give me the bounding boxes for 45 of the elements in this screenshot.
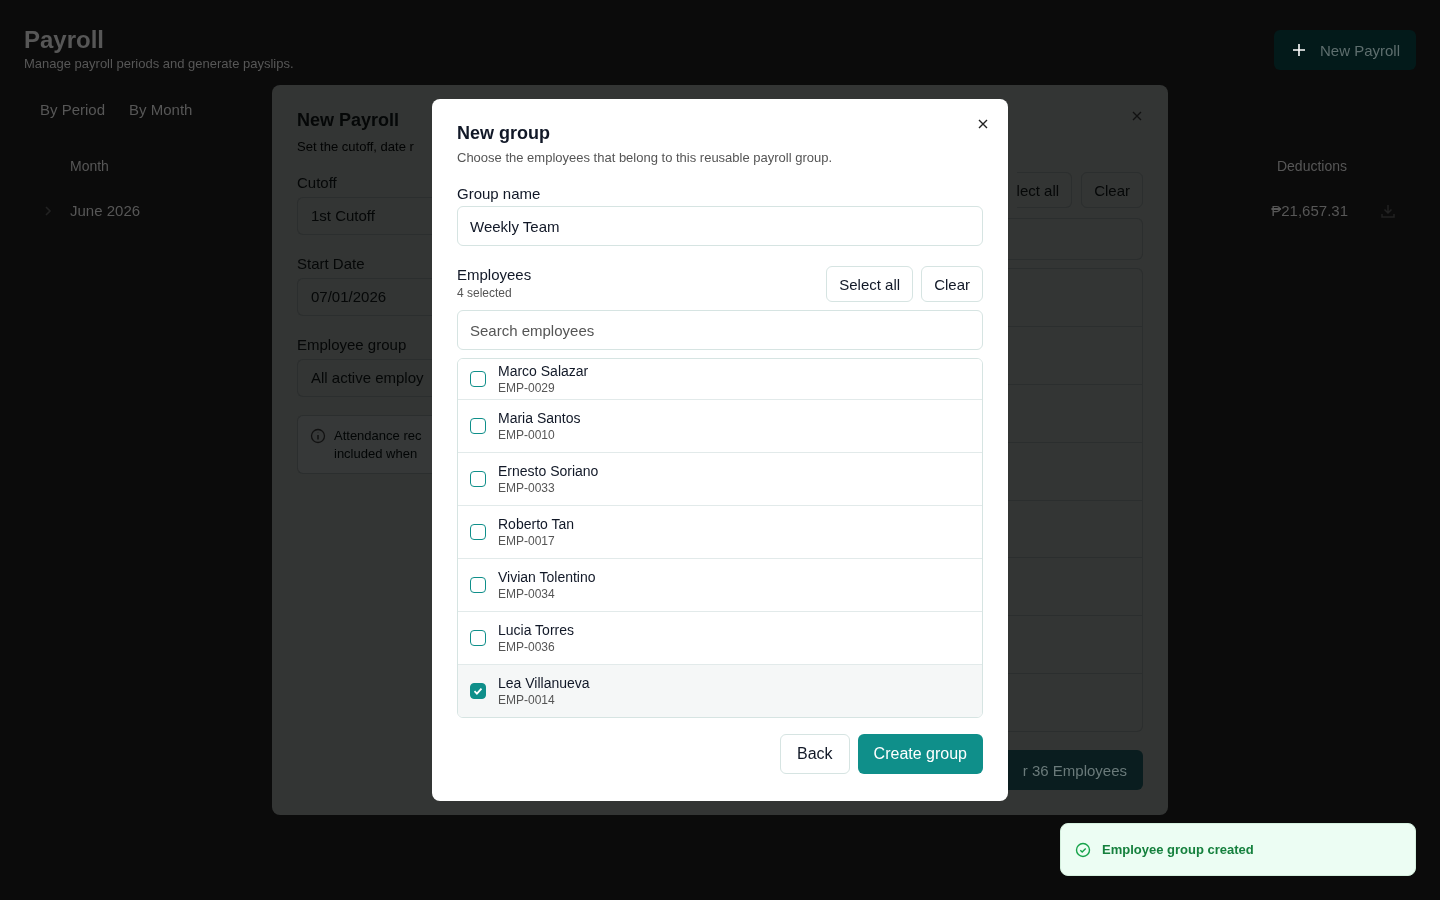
action-button[interactable]: Select all [826, 266, 914, 302]
page-title: Payroll [24, 26, 106, 54]
plus-icon [1291, 43, 1306, 57]
dialog-title: New group [457, 123, 551, 144]
employee-row[interactable]: Lea Villanueva EMP-0014 [458, 664, 982, 717]
employee-id: EMP-0010 [498, 428, 556, 442]
employee-id: EMP-0017 [498, 534, 556, 548]
checkmark-icon [472, 685, 484, 697]
toast-message: Employee group created [1102, 842, 1254, 857]
employee-id: EMP-0029 [498, 381, 556, 395]
employee-name: Vivian Tolentino [498, 569, 596, 585]
close-icon[interactable] [977, 118, 989, 130]
group-name-field[interactable]: Weekly Team [457, 206, 983, 246]
employee-name: Maria Santos [498, 410, 581, 426]
employee-name: Marco Salazar [498, 363, 589, 379]
create-group-button[interactable]: Create group [857, 734, 983, 774]
column-header: Deductions [1276, 158, 1347, 174]
employee-name: Roberto Tan [498, 516, 574, 532]
employee-name: Ernesto Soriano [498, 463, 599, 479]
dialog-subtitle: Choose the employees that belong to this reusable payroll group. [457, 150, 834, 165]
field-label: Employees [457, 266, 532, 283]
table-cell: ₱21,657.31 [1271, 202, 1348, 219]
employee-id: EMP-0033 [498, 481, 556, 495]
check-circle-icon [1075, 841, 1091, 858]
employee-id: EMP-0036 [498, 640, 556, 654]
page-subtitle: Manage payroll periods and generate payslips. [24, 56, 294, 71]
checkbox[interactable] [470, 683, 486, 699]
employee-id: EMP-0034 [498, 587, 556, 601]
checkbox[interactable] [470, 524, 486, 540]
info-icon [310, 428, 326, 444]
back-button[interactable]: Back [780, 734, 850, 774]
employee-name: Lucia Torres [498, 622, 574, 638]
employee-name: Lea Villanueva [498, 675, 590, 691]
checkbox[interactable] [470, 418, 486, 434]
checkbox[interactable] [470, 630, 486, 646]
employee-id: EMP-0014 [498, 693, 556, 707]
checkbox[interactable] [470, 577, 486, 593]
checkbox[interactable] [470, 371, 486, 387]
generate-button[interactable]: r 36 Employees [1008, 750, 1143, 790]
field-label: Group name [457, 185, 542, 202]
action-button[interactable]: Clear [921, 266, 983, 302]
checkbox[interactable] [470, 471, 486, 487]
column-header: Month [70, 158, 109, 174]
selected-count: 4 selected [457, 286, 513, 300]
table-cell: June 2026 [70, 202, 141, 219]
